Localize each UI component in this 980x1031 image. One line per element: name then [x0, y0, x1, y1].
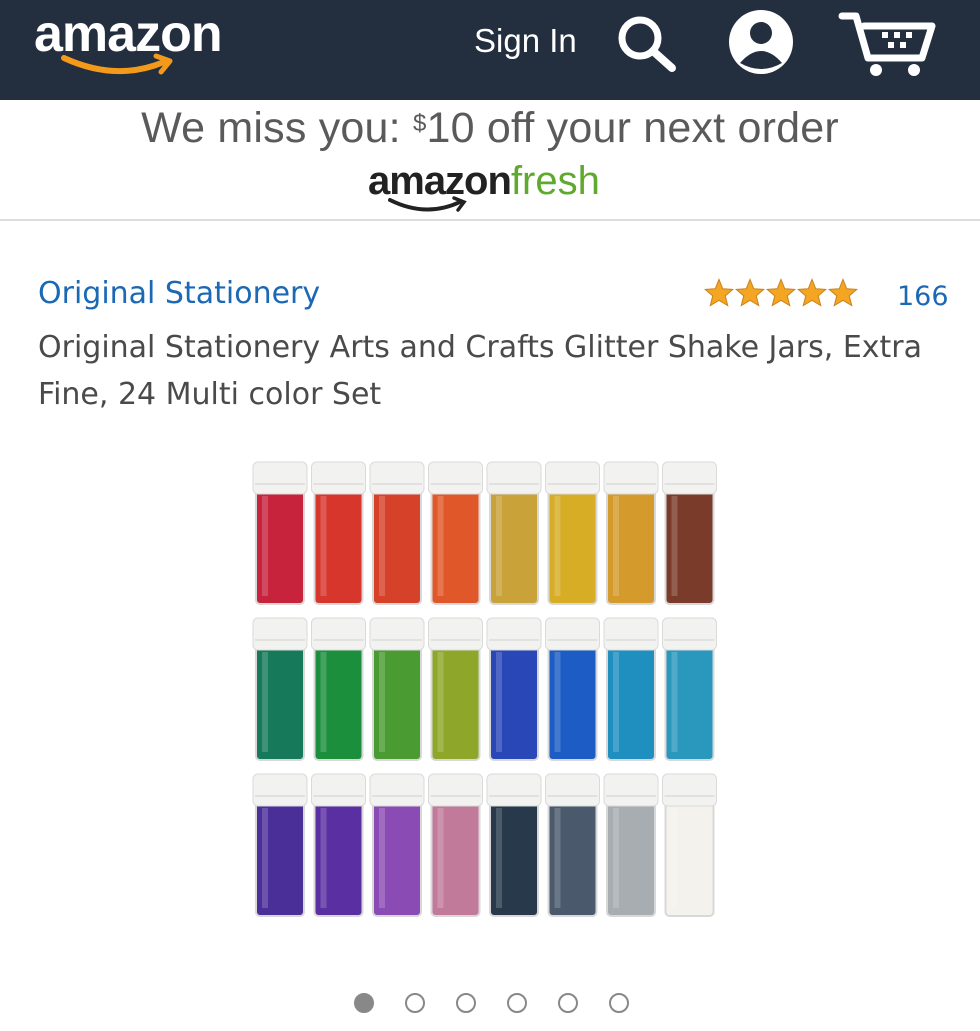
glitter-jar — [603, 617, 659, 761]
glitter-jar — [252, 773, 308, 917]
search-icon[interactable] — [614, 12, 680, 74]
star-icon — [735, 278, 765, 307]
glitter-jar — [603, 461, 659, 605]
glitter-jar — [311, 773, 366, 917]
glitter-jar — [662, 773, 717, 917]
product-image[interactable] — [245, 452, 735, 932]
glitter-jar — [486, 617, 542, 761]
glitter-jar — [311, 461, 366, 605]
star-rating[interactable] — [704, 278, 859, 307]
glitter-jar — [428, 773, 483, 917]
carousel-dot[interactable] — [609, 993, 629, 1013]
glitter-jar — [428, 461, 483, 605]
glitter-jar — [486, 461, 542, 605]
glitter-jar — [369, 461, 425, 605]
carousel-dot[interactable] — [507, 993, 527, 1013]
glitter-jar — [428, 617, 483, 761]
glitter-jar — [662, 617, 717, 761]
star-icon — [797, 278, 827, 307]
carousel-dot[interactable] — [558, 993, 578, 1013]
glitter-jar — [603, 773, 659, 917]
star-icon — [766, 278, 796, 307]
top-nav-bar: amazon Sign In — [0, 0, 980, 100]
amazon-fresh-smile-icon — [388, 196, 467, 212]
account-icon[interactable] — [726, 9, 796, 75]
image-carousel-indicator — [354, 993, 660, 1013]
carousel-dot[interactable] — [405, 993, 425, 1013]
review-count-link[interactable]: 166 — [897, 281, 949, 312]
cart-icon[interactable] — [838, 8, 938, 80]
star-icon — [704, 278, 734, 307]
star-icon — [828, 278, 858, 307]
sign-in-link[interactable]: Sign In — [474, 22, 577, 60]
glitter-jar — [662, 461, 717, 605]
product-title: Original Stationery Arts and Crafts Glit… — [38, 330, 923, 412]
glitter-jar — [369, 773, 425, 917]
glitter-jar — [252, 617, 308, 761]
glitter-jar — [545, 461, 600, 605]
glitter-jar — [369, 617, 425, 761]
carousel-dot[interactable] — [354, 993, 374, 1013]
amazon-smile-icon — [61, 53, 173, 75]
glitter-jar — [545, 773, 600, 917]
promo-banner[interactable]: We miss you: $10 off your next order ama… — [0, 100, 980, 221]
brand-link[interactable]: Original Stationery — [38, 276, 320, 311]
glitter-jar — [486, 773, 542, 917]
glitter-jar — [545, 617, 600, 761]
carousel-dot[interactable] — [456, 993, 476, 1013]
glitter-jar — [311, 617, 366, 761]
glitter-jar — [252, 461, 308, 605]
promo-text: We miss you: $10 off your next order — [141, 104, 839, 152]
